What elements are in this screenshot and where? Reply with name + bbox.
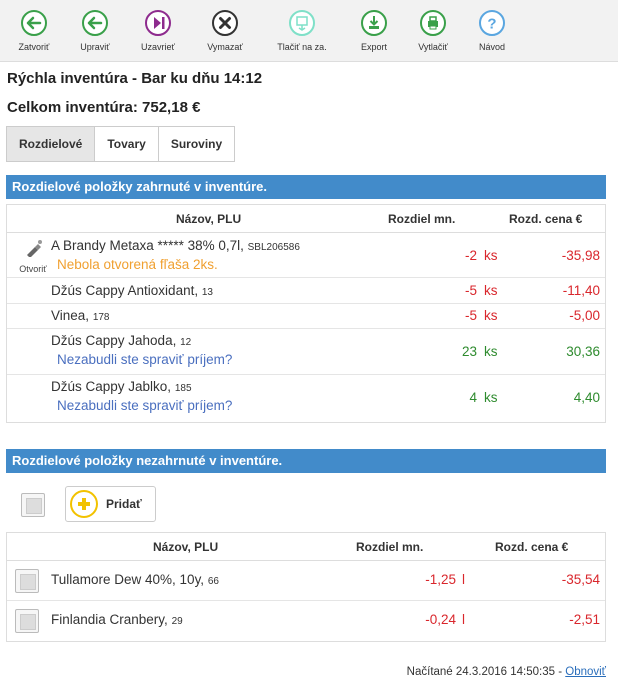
help-label: Návod (478, 42, 505, 52)
item-name: Vinea, 178 (51, 308, 110, 323)
item-name: Tullamore Dew 40%, 10y, 66 (51, 572, 219, 587)
print-device-button[interactable]: Tlačiť na za. (267, 9, 337, 52)
bottle-icon (27, 240, 42, 258)
add-label: Pridať (106, 497, 142, 511)
close-icon (212, 10, 238, 36)
inventory-total: Celkom inventúra: 752,18 € (7, 99, 201, 116)
refresh-link[interactable]: Obnoviť (565, 666, 606, 678)
select-all-checkbox[interactable] (21, 493, 45, 517)
item-price: -35,54 (561, 572, 600, 587)
arrow-left-icon (82, 10, 108, 36)
item-note: Nebola otvorená fľaša 2ks. (57, 257, 218, 272)
table-row: Džús Cappy Jahoda, 12 Nezabudli ste spra… (7, 329, 605, 375)
tab-goods[interactable]: Tovary (94, 126, 159, 162)
print-device-label: Tlačiť na za. (277, 42, 327, 52)
open-label: Otvoriť (19, 264, 47, 274)
table-header: Názov, PLU Rozdiel mn. Rozd. cena € (7, 533, 605, 561)
item-unit: ks (484, 344, 498, 359)
table-row: Vinea, 178 -5 ks -5,00 (7, 304, 605, 329)
item-price: -11,40 (562, 283, 600, 298)
item-price: 30,36 (566, 344, 600, 359)
row-checkbox[interactable] (15, 609, 39, 633)
item-name: Finlandia Cranbery, 29 (51, 612, 183, 627)
item-unit: l (462, 572, 465, 587)
tab-bar: Rozdielové Tovary Suroviny (6, 126, 236, 162)
help-icon: ? (479, 10, 505, 36)
item-unit: ks (484, 390, 498, 405)
toolbar: Zatvoriť Upraviť Uzavrieť Vymazať Tlačiť… (0, 0, 618, 62)
open-bottle-button[interactable]: Otvoriť (17, 239, 49, 274)
column-price: Rozd. cena € (495, 540, 569, 554)
lock-label: Uzavrieť (141, 42, 175, 52)
item-name: A Brandy Metaxa ***** 38% 0,7l, SBL20658… (51, 238, 300, 253)
table-row: Otvoriť A Brandy Metaxa ***** 38% 0,7l, … (7, 233, 605, 278)
item-note: Nezabudli ste spraviť príjem? (57, 352, 233, 367)
plus-icon (70, 490, 98, 518)
item-price: -2,51 (569, 612, 600, 627)
section-excluded-title: Rozdielové položky nezahrnuté v inventúr… (6, 449, 606, 473)
excluded-table: Názov, PLU Rozdiel mn. Rozd. cena € Tull… (6, 532, 606, 642)
table-header: Názov, PLU Rozdiel mn. Rozd. cena € (7, 205, 605, 233)
item-diff: -0,24 (425, 612, 456, 627)
item-name: Džús Cappy Jahoda, 12 (51, 333, 192, 348)
page-title: Rýchla inventúra - Bar ku dňu 14:12 (7, 70, 263, 87)
item-unit: ks (484, 248, 498, 263)
row-checkbox[interactable] (15, 569, 39, 593)
arrow-left-icon (21, 10, 47, 36)
delete-button[interactable]: Vymazať (190, 9, 260, 52)
item-diff: 23 (461, 344, 477, 359)
item-price: 4,40 (573, 390, 600, 405)
item-diff: -1,25 (425, 572, 456, 587)
footer-status: Načítané 24.3.2016 14:50:35 - Obnoviť (407, 666, 606, 678)
item-unit: l (462, 612, 465, 627)
printer-icon (420, 10, 446, 36)
table-row: Džús Cappy Jablko, 185 Nezabudli ste spr… (7, 375, 605, 421)
close-label: Zatvoriť (18, 42, 50, 52)
svg-text:?: ? (487, 16, 496, 33)
item-unit: ks (484, 308, 498, 323)
item-diff: -5 (464, 283, 477, 298)
column-name: Názov, PLU (153, 540, 219, 554)
item-note: Nezabudli ste spraviť príjem? (57, 398, 233, 413)
item-price: -5,00 (569, 308, 600, 323)
table-row: Finlandia Cranbery, 29 -0,24 l -2,51 (7, 601, 605, 641)
edit-label: Upraviť (80, 42, 110, 52)
print-device-icon (289, 10, 315, 36)
export-icon (361, 10, 387, 36)
item-price: -35,98 (561, 248, 600, 263)
tab-ingredients[interactable]: Suroviny (157, 126, 236, 162)
column-price: Rozd. cena € (509, 212, 583, 226)
edit-button[interactable]: Upraviť (60, 9, 130, 52)
column-diff: Rozdiel mn. (356, 540, 424, 554)
lock-button[interactable]: Uzavrieť (123, 9, 193, 52)
item-name: Džús Cappy Antioxidant, 13 (51, 283, 213, 298)
help-button[interactable]: ? Návod (457, 9, 527, 52)
table-row: Džús Cappy Antioxidant, 13 -5 ks -11,40 (7, 278, 605, 304)
item-diff: -2 (464, 248, 477, 263)
column-name: Názov, PLU (176, 212, 242, 226)
included-table: Názov, PLU Rozdiel mn. Rozd. cena € Otvo… (6, 204, 606, 423)
table-row: Tullamore Dew 40%, 10y, 66 -1,25 l -35,5… (7, 561, 605, 601)
tab-differences[interactable]: Rozdielové (6, 126, 96, 162)
column-diff: Rozdiel mn. (388, 212, 456, 226)
delete-label: Vymazať (207, 42, 243, 52)
add-button[interactable]: Pridať (65, 486, 156, 522)
loaded-timestamp: Načítané 24.3.2016 14:50:35 - (406, 666, 563, 678)
close-button[interactable]: Zatvoriť (0, 9, 69, 52)
item-unit: ks (484, 283, 498, 298)
item-diff: 4 (469, 390, 477, 405)
play-end-icon (145, 10, 171, 36)
item-diff: -5 (464, 308, 477, 323)
section-included-title: Rozdielové položky zahrnuté v inventúre. (6, 175, 606, 199)
item-name: Džús Cappy Jablko, 185 (51, 379, 192, 394)
